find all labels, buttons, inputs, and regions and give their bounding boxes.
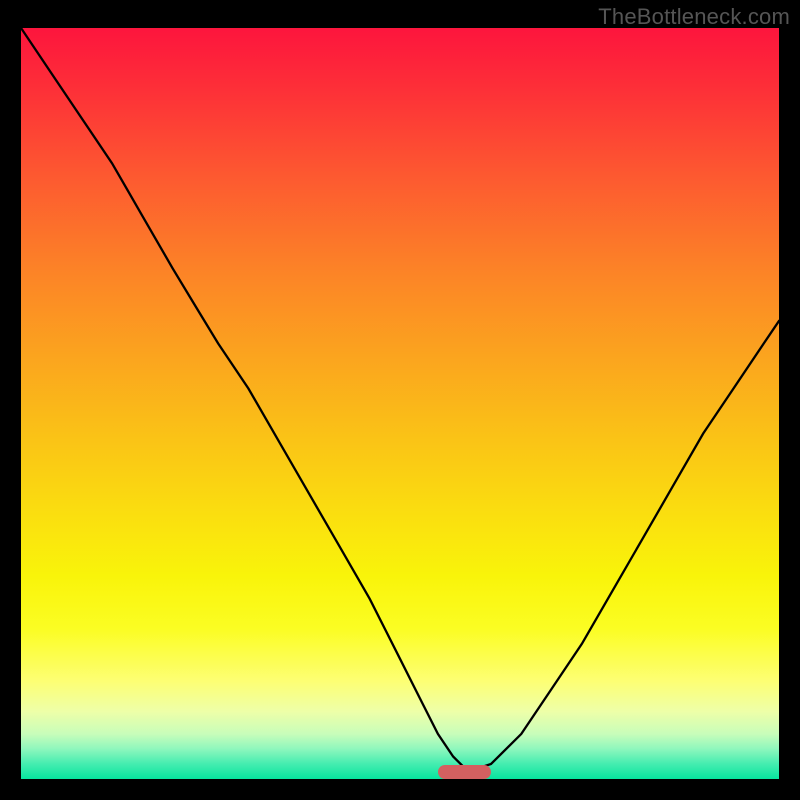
bottleneck-curve [21,28,779,779]
chart-frame: TheBottleneck.com [0,0,800,800]
optimal-range-marker [438,765,491,779]
plot-area [21,28,779,779]
watermark-text: TheBottleneck.com [598,4,790,30]
